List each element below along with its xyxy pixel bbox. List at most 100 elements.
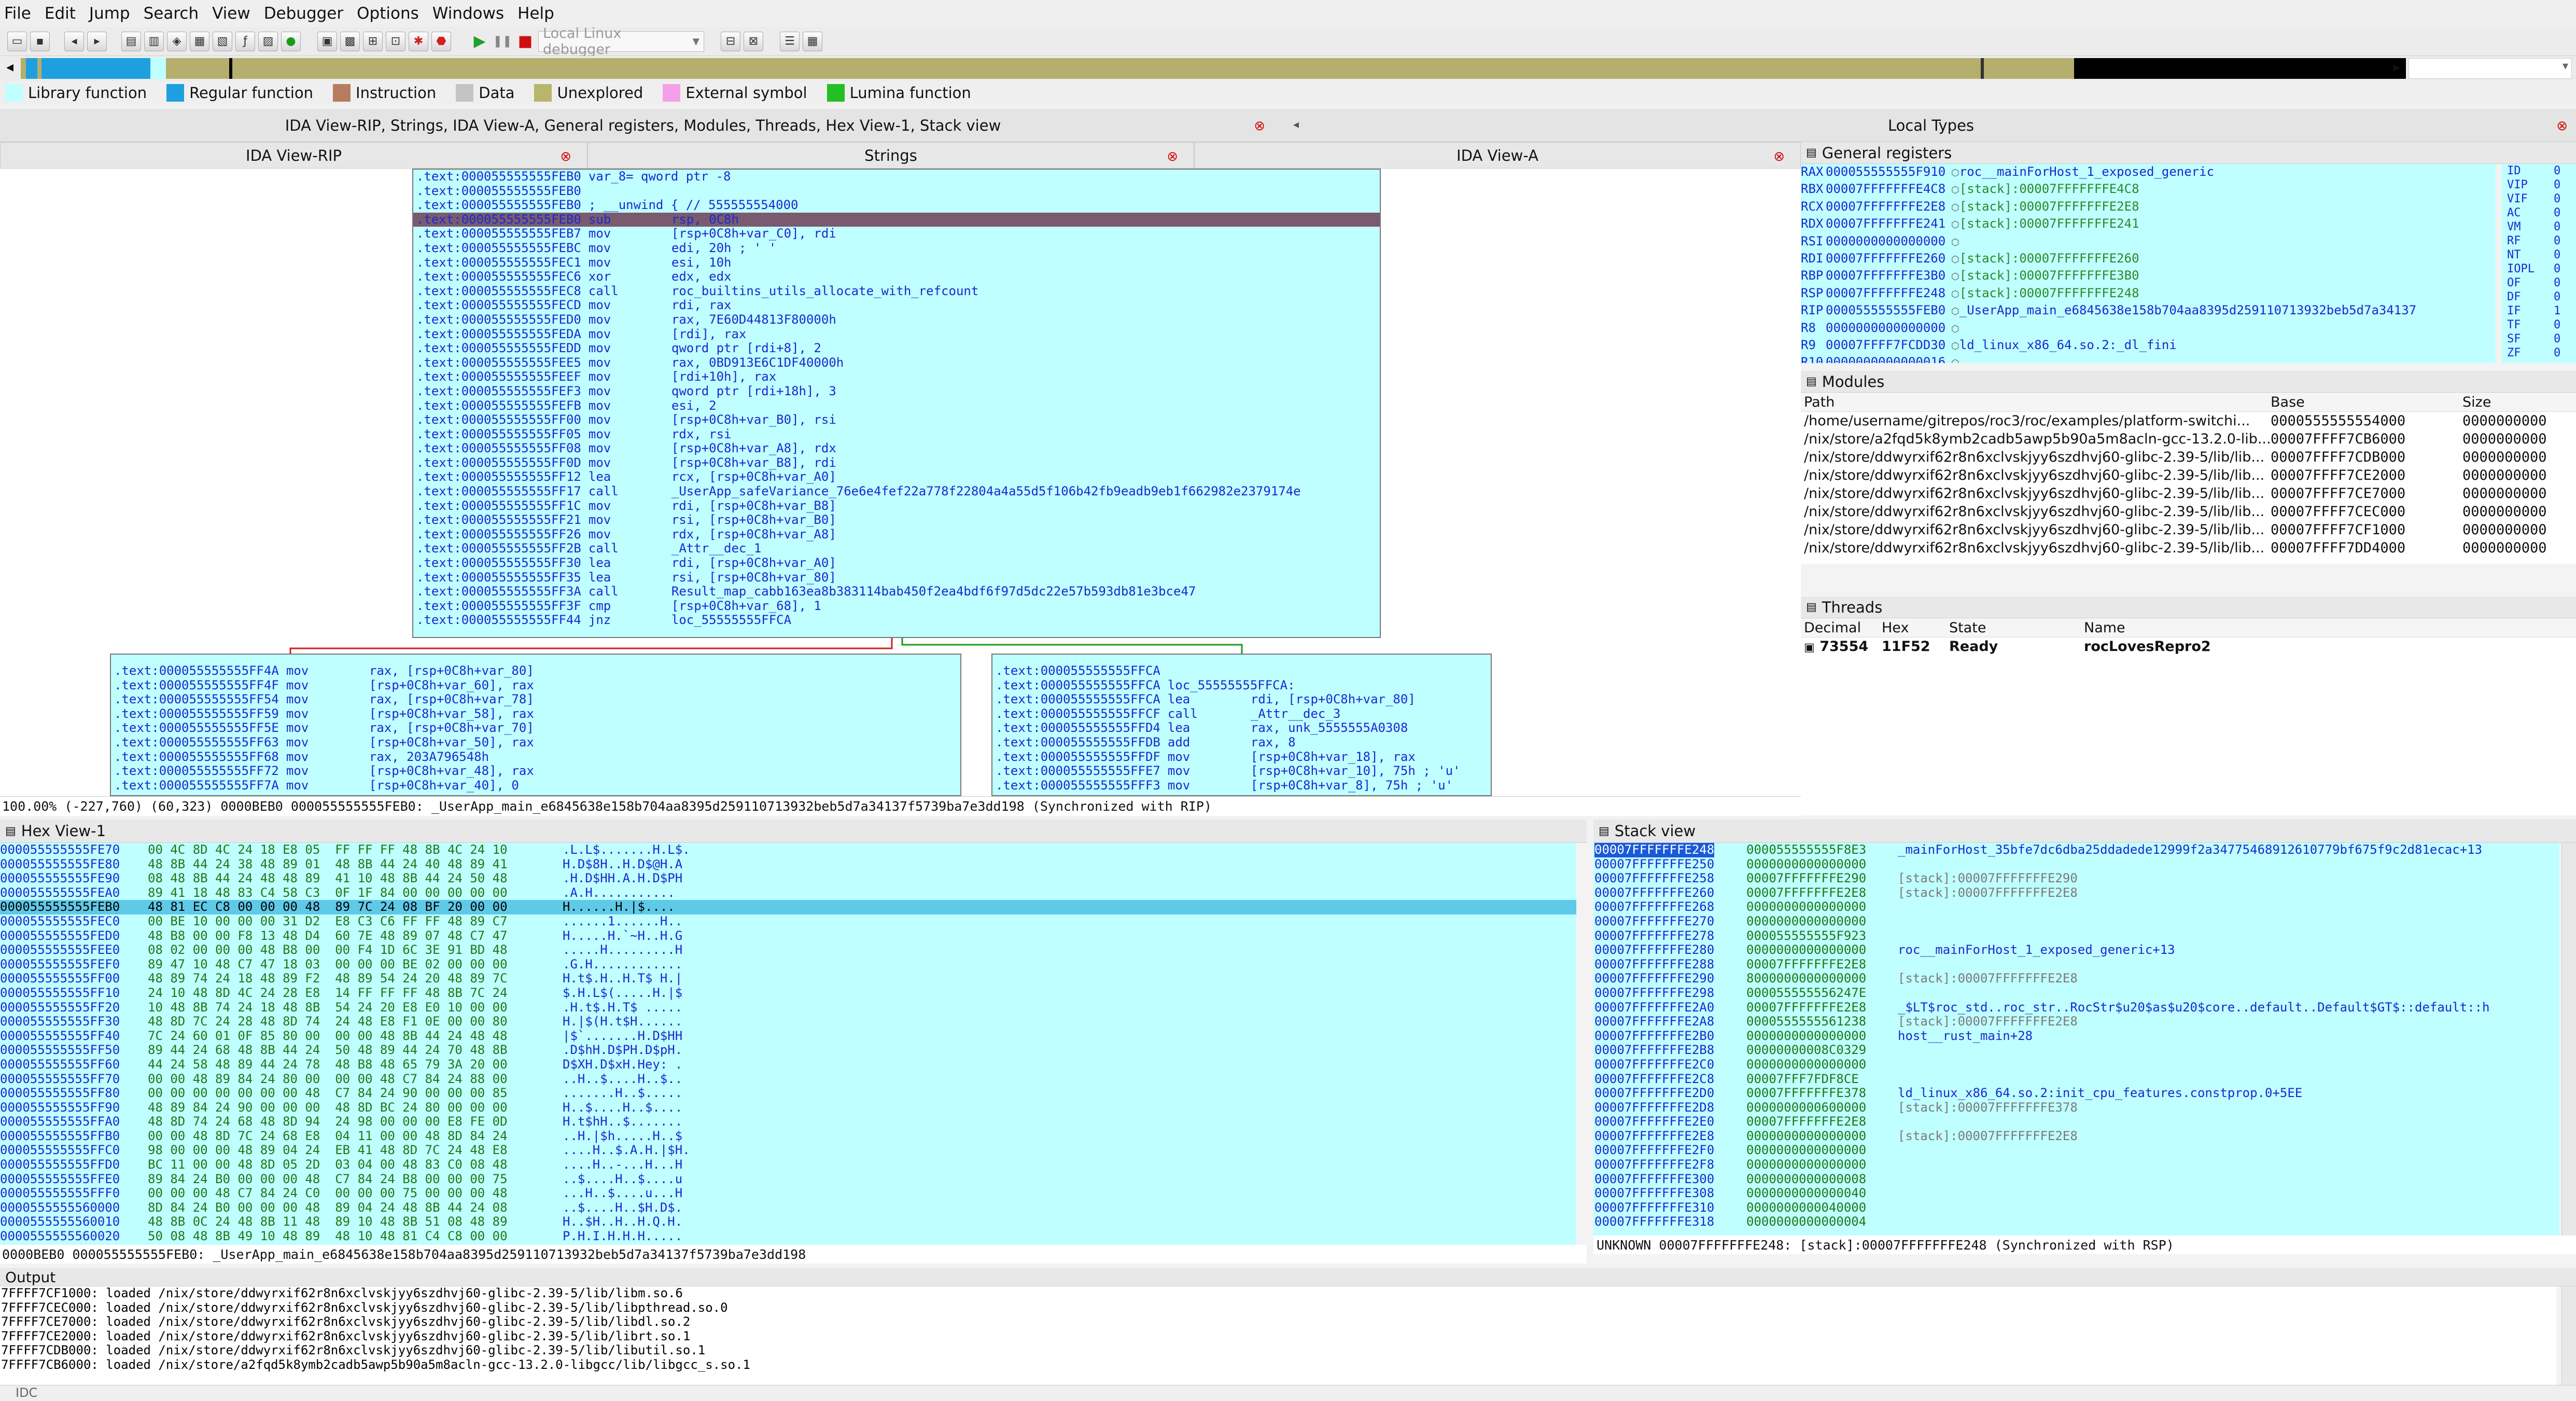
module-row[interactable]: /nix/store/ddwyrxif62r8n6xclvskjyy6szdhv… [1801,521,2576,539]
hex-row[interactable]: 000055555555FE80 48 8B 44 24 38 48 89 01 … [0,857,1576,872]
asm-line[interactable]: .text:000055555555FFCA loc_55555555FFCA: [992,678,1491,693]
register-row[interactable]: RBX 00007FFFFFFFE4C8 ⬡[stack]:00007FFFFFF… [1801,181,2496,198]
names-icon[interactable]: ▨ [258,31,278,51]
bookmark-icon[interactable]: ✱ [409,31,428,51]
hex-row[interactable]: 000055555555FEF0 89 47 10 48 C7 47 18 03 … [0,957,1576,972]
stack-scrollbar[interactable] [2561,843,2576,1236]
col-name[interactable]: Name [2084,620,2343,636]
asm-line[interactable]: .text:000055555555FF7A mov [rsp+0C8h+var_4… [111,778,960,793]
module-row[interactable]: /nix/store/ddwyrxif62r8n6xclvskjyy6szdhv… [1801,503,2576,521]
register-value[interactable]: 00007FFFFFFFE3B0 [1826,268,1945,283]
layout-icon[interactable]: ☰ [780,31,800,51]
link-icon[interactable]: ⬡ [1945,358,1959,363]
register-row[interactable]: RIP 000055555555FEB0 ⬡_UserApp_main_e6845… [1801,302,2496,320]
hex-row[interactable]: 000055555555FFA0 48 8D 74 24 68 48 8D 94 … [0,1115,1576,1129]
register-row[interactable]: R9 00007FFFF7FCDD30 ⬡ld_linux_x86_64.so.2… [1801,337,2496,354]
register-row[interactable]: RCX 00007FFFFFFFE2E8 ⬡[stack]:00007FFFFFF… [1801,199,2496,216]
hex-dump[interactable]: 000055555555FE70 00 4C 8D 4C 24 18 E8 05 … [0,843,1576,1260]
stack-row[interactable]: 00007FFFFFFFE2C0 0000000000000000 [1593,1057,2559,1072]
register-value[interactable]: 00007FFFFFFFE241 [1826,216,1945,231]
menu-item-search[interactable]: Search [139,4,208,23]
hex-row[interactable]: 000055555555FEB0 48 81 EC C8 00 00 00 48 … [0,900,1576,914]
stop-icon[interactable]: ■ [515,32,535,51]
register-row[interactable]: R100000000000000016 ⬡ [1801,354,2496,363]
register-value[interactable]: 00007FFFFFFFE2E8 [1826,199,1945,214]
stack-row[interactable]: 00007FFFFFFFE260 00007FFFFFFFE2E8 [stack]:… [1593,885,2559,900]
hex-row[interactable]: 0000555555560000 8D 84 24 B0 00 00 00 48 … [0,1200,1576,1215]
asm-line[interactable]: .text:000055555555FF63 mov [rsp+0C8h+var_5… [111,735,960,750]
register-value[interactable]: 00007FFFF7FCDD30 [1826,338,1945,352]
pin-icon[interactable]: ◂ [1293,118,1299,131]
graph-icon[interactable]: ◈ [167,31,187,51]
segment-icon[interactable]: ▩ [340,31,360,51]
link-icon[interactable]: ⬡ [1945,237,1959,248]
output-log[interactable]: 7FFFF7CF1000: loaded /nix/store/ddwyrxif… [0,1286,2556,1385]
link-icon[interactable]: ⬡ [1945,306,1959,317]
stack-row[interactable]: 00007FFFFFFFE2F0 0000000000000000 [1593,1143,2559,1158]
close-icon[interactable]: ⊗ [1773,149,1785,164]
menu-item-view[interactable]: View [208,4,260,23]
register-value[interactable]: 000055555555FEB0 [1826,303,1945,317]
struct-icon[interactable]: ▦ [190,31,209,51]
tab-strings[interactable]: Strings ⊗ [587,142,1194,169]
hex-row[interactable]: 000055555555FF20 10 48 8B 74 24 18 48 8B … [0,1000,1576,1015]
hex-row[interactable]: 0000555555560010 48 8B 0C 24 48 8B 11 48 … [0,1215,1576,1229]
menu-item-windows[interactable]: Windows [428,4,513,23]
col-size[interactable]: Size [2462,394,2566,410]
col-base[interactable]: Base [2271,394,2462,410]
hex-row[interactable]: 000055555555FF70 00 00 48 89 84 24 80 00 … [0,1072,1576,1087]
output-panel-header[interactable]: Output [0,1268,2576,1286]
command-bar[interactable]: IDC [0,1385,2576,1401]
link-icon[interactable]: ⬡ [1945,289,1959,300]
asm-line[interactable]: .text:000055555555FF68 mov rax, 203A796548… [111,750,960,765]
col-path[interactable]: Path [1801,394,2271,410]
register-row[interactable]: RSI 0000000000000000 ⬡ [1801,233,2496,251]
module-row[interactable]: /nix/store/a2fqd5k8ymb2cadb5awp5b90a5m8a… [1801,430,2576,448]
registers-panel-header[interactable]: ▤ General registers [1801,142,2576,164]
register-value[interactable]: 0000000000000000 [1826,321,1945,335]
stack-row[interactable]: 00007FFFFFFFE290 8000000000000000 [stack]:… [1593,972,2559,986]
hex-row[interactable]: 000055555555FF30 48 8D 7C 24 28 48 8D 74 … [0,1015,1576,1029]
hex-row[interactable]: 000055555555FE70 00 4C 8D 4C 24 18 E8 05 … [0,843,1576,857]
back-icon[interactable]: ◂ [64,31,84,51]
stack-row[interactable]: 00007FFFFFFFE248 000055555555F8E3 _mainFor… [1593,843,2559,857]
xref-icon[interactable]: ⊞ [363,31,383,51]
stack-row[interactable]: 00007FFFFFFFE250 0000000000000000 [1593,857,2559,872]
hex-row[interactable]: 000055555555FF80 00 00 00 00 00 00 00 48 … [0,1086,1576,1101]
stack-dump[interactable]: 00007FFFFFFFE248 000055555555F8E3 _mainFor… [1593,843,2559,1241]
flag-row[interactable]: VIP 0 [2502,178,2576,192]
flags-list[interactable]: ID 0 VIP 0 VIF 0 AC 0 VM 0 RF 0 NT 0 IOPL 0 OF 0 DF 0 IF 1 TF 0… [2502,164,2576,363]
asm-line[interactable]: .text:000055555555FFF3 mov [rsp+0C8h+var_8… [992,778,1491,793]
asm-line[interactable]: .text:000055555555FFCA [992,663,1491,678]
link-icon[interactable]: ⬡ [1945,185,1959,196]
link-icon[interactable]: ⬡ [1945,254,1959,265]
menu-item-file[interactable]: File [0,4,40,23]
register-row[interactable]: R8 0000000000000000 ⬡ [1801,320,2496,337]
lumina-icon[interactable]: ● [281,31,301,51]
windows-icon[interactable]: ▦ [803,31,822,51]
save-icon[interactable]: ▪ [30,31,50,51]
register-value[interactable]: 0000000000000000 [1826,234,1945,248]
output-scrollbar[interactable] [2561,1286,2576,1385]
register-row[interactable]: RDX 00007FFFFFFFE241 ⬡[stack]:00007FFFFFF… [1801,216,2496,233]
menu-item-options[interactable]: Options [353,4,428,23]
navigation-bar[interactable] [21,58,2406,79]
col-hex[interactable]: Hex [1882,620,1949,636]
hex-row[interactable]: 000055555555FFF0 00 00 00 48 C7 84 24 C0 … [0,1186,1576,1201]
hex-row[interactable]: 000055555555FED0 48 B8 00 00 F8 13 48 D4 … [0,928,1576,944]
stack-row[interactable]: 00007FFFFFFFE2A8 0000555555561238 [stack]:… [1593,1015,2559,1029]
register-value[interactable]: 00007FFFFFFFE260 [1826,251,1945,266]
debugger-select[interactable]: Local Linux debugger ▾ [538,25,704,58]
asm-line[interactable]: .text:000055555555FF72 mov [rsp+0C8h+var_4… [111,764,960,779]
register-row[interactable]: RDI 00007FFFFFFFE260 ⬡[stack]:00007FFFFFF… [1801,251,2496,268]
stack-row[interactable]: 00007FFFFFFFE258 00007FFFFFFFE290 [stack]:… [1593,871,2559,886]
pause-icon[interactable]: ❚❚ [493,32,512,51]
module-row[interactable]: /nix/store/ddwyrxif62r8n6xclvskjyy6szdhv… [1801,484,2576,503]
asm-line[interactable]: .text:000055555555FF5E mov rax, [rsp+0C8h+… [111,721,960,736]
register-value[interactable]: 0000000000000016 [1826,355,1945,363]
tab-ida-view-rip[interactable]: IDA View-RIP ⊗ [0,142,587,169]
hex-row[interactable]: 000055555555FFB0 00 00 48 8D 7C 24 68 E8 … [0,1129,1576,1144]
stack-row[interactable]: 00007FFFFFFFE280 0000000000000000 roc__mai… [1593,943,2559,958]
stack-row[interactable]: 00007FFFFFFFE308 0000000000000040 [1593,1186,2559,1201]
flag-row[interactable]: OF 0 [2502,276,2576,290]
